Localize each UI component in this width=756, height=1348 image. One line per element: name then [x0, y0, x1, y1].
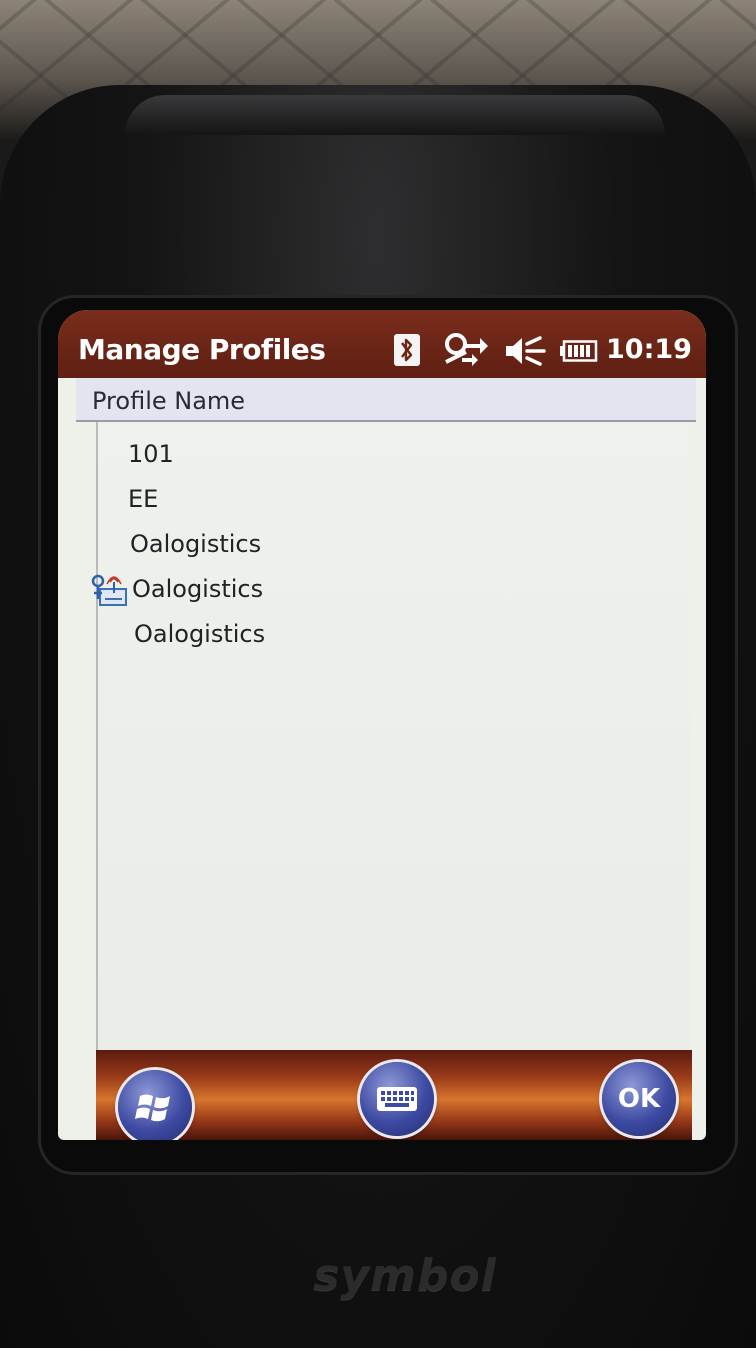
- ok-button[interactable]: OK: [602, 1062, 676, 1136]
- active-profile-icon: [90, 573, 128, 607]
- keyboard-button[interactable]: [360, 1062, 434, 1136]
- title-bar: Manage Profiles 10:19: [58, 310, 706, 378]
- speaker-muted-icon[interactable]: [504, 334, 546, 368]
- page-title: Manage Profiles: [78, 333, 326, 366]
- list-item[interactable]: Oalogistics: [91, 567, 688, 611]
- device-screen: Manage Profiles 10:19 Profile Name 101 E…: [58, 310, 706, 1140]
- list-item[interactable]: 101: [98, 432, 688, 476]
- list-item-label: Oalogistics: [130, 530, 262, 558]
- device-brand-logo: symbol: [313, 1250, 497, 1301]
- list-item-label: 101: [128, 440, 174, 468]
- keyboard-icon: [360, 1087, 434, 1140]
- column-header[interactable]: Profile Name: [76, 378, 696, 422]
- list-item[interactable]: Oalogistics: [98, 612, 688, 656]
- start-button[interactable]: [118, 1070, 192, 1140]
- list-item-label: EE: [128, 485, 159, 513]
- bluetooth-icon[interactable]: [394, 334, 420, 366]
- connectivity-icon[interactable]: [442, 330, 490, 370]
- battery-icon[interactable]: [560, 340, 598, 362]
- profile-list: 101 EE Oalogistics Oalogistics Oalogisti…: [91, 422, 690, 1052]
- list-item[interactable]: EE: [98, 477, 688, 521]
- ok-button-label: OK: [617, 1084, 661, 1114]
- list-item-label: Oalogistics: [134, 620, 266, 648]
- list-item-label: Oalogistics: [132, 575, 264, 603]
- column-header-label: Profile Name: [92, 387, 246, 415]
- windows-start-icon: [118, 1094, 192, 1140]
- clock[interactable]: 10:19: [606, 334, 692, 365]
- device-top: [125, 95, 665, 135]
- list-item[interactable]: Oalogistics: [98, 522, 688, 566]
- bottom-bar: OK: [96, 1050, 692, 1140]
